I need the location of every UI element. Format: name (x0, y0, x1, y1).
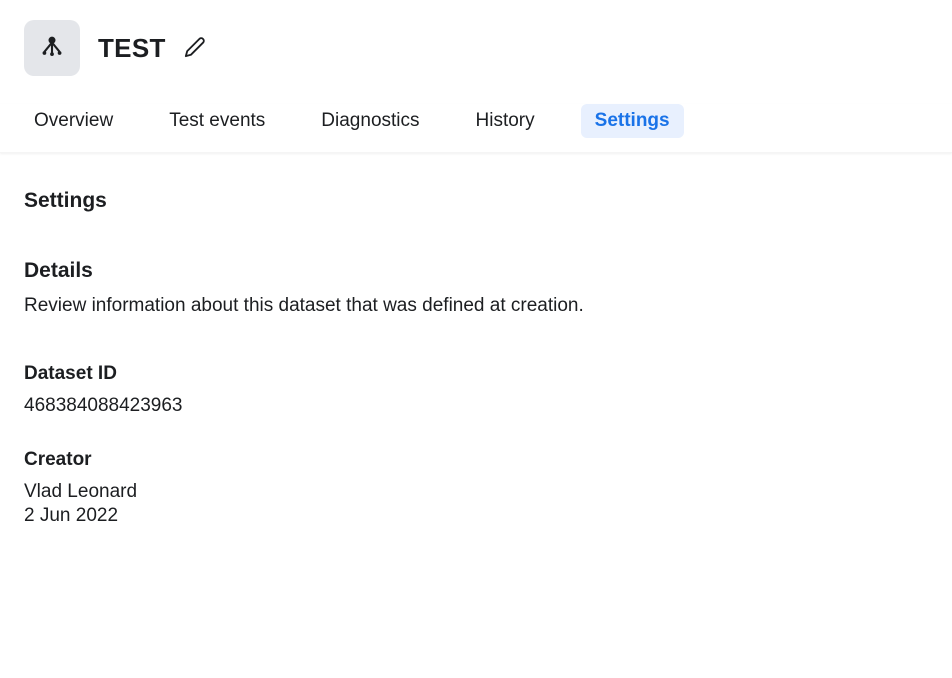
dataset-id-field: Dataset ID 468384088423963 (24, 363, 928, 417)
dataset-icon (38, 32, 66, 65)
creator-name: Vlad Leonard (24, 481, 928, 503)
details-heading: Details (24, 259, 928, 283)
details-description: Review information about this dataset th… (24, 295, 928, 317)
page-header: TEST (0, 0, 952, 76)
page-title: TEST (98, 33, 166, 64)
edit-title-button[interactable] (180, 32, 210, 65)
creator-field: Creator Vlad Leonard 2 Jun 2022 (24, 449, 928, 527)
dataset-id-value: 468384088423963 (24, 395, 928, 417)
tab-diagnostics[interactable]: Diagnostics (311, 104, 429, 138)
title-row: TEST (24, 20, 928, 76)
creator-label: Creator (24, 449, 928, 471)
dataset-icon-box (24, 20, 80, 76)
creator-date: 2 Jun 2022 (24, 505, 928, 527)
tab-settings[interactable]: Settings (581, 104, 684, 138)
settings-heading: Settings (24, 189, 928, 213)
tab-test-events[interactable]: Test events (159, 104, 275, 138)
dataset-id-label: Dataset ID (24, 363, 928, 385)
tab-history[interactable]: History (466, 104, 545, 138)
pencil-icon (184, 36, 206, 61)
tab-bar: Overview Test events Diagnostics History… (0, 104, 952, 153)
content-area: Settings Details Review information abou… (0, 153, 952, 527)
tab-overview[interactable]: Overview (24, 104, 123, 138)
